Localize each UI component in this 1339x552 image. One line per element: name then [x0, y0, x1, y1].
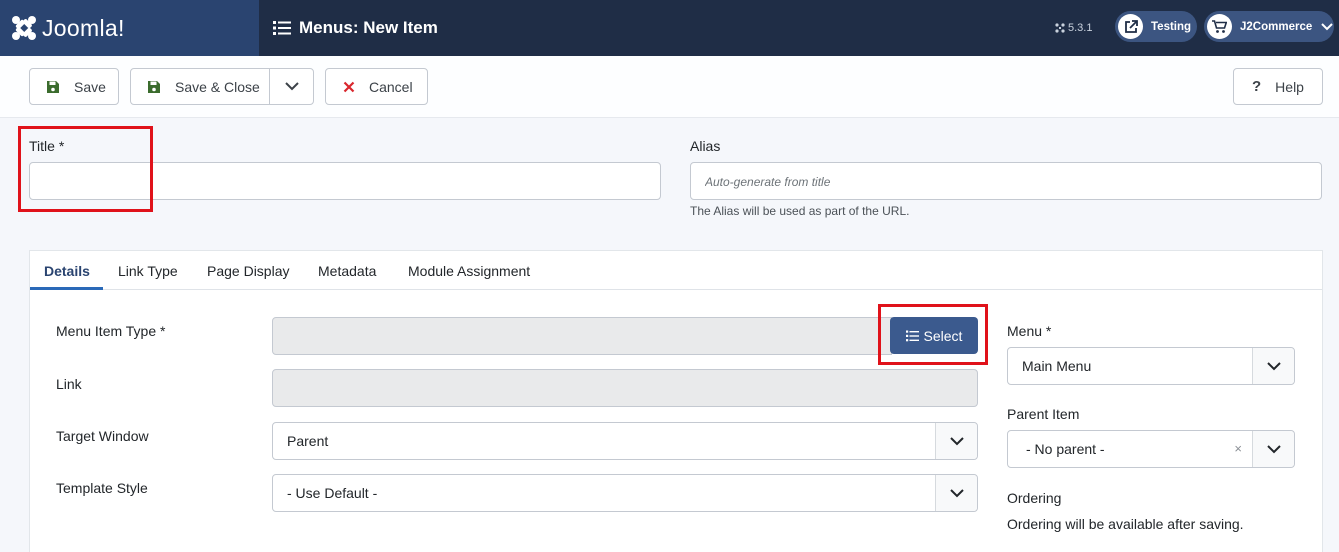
- external-link-icon: [1118, 14, 1143, 39]
- x-icon: [343, 81, 355, 93]
- title-input[interactable]: [29, 162, 661, 200]
- parent-item-label: Parent Item: [1007, 406, 1080, 422]
- version-badge: 5.3.1: [1055, 0, 1092, 56]
- cancel-label: Cancel: [369, 78, 413, 95]
- template-style-label: Template Style: [56, 480, 148, 496]
- target-window-label: Target Window: [56, 428, 149, 444]
- list-icon: [905, 330, 919, 341]
- alias-label: Alias: [690, 138, 721, 154]
- floppy-icon: [46, 80, 60, 94]
- joomla-logo-icon: [12, 16, 36, 40]
- version-text: 5.3.1: [1068, 22, 1093, 34]
- save-label: Save: [74, 78, 106, 95]
- alias-input[interactable]: [690, 162, 1322, 200]
- toolbar: Save Save & Close Cancel ? Help: [0, 56, 1339, 118]
- question-icon: ?: [1252, 78, 1262, 95]
- chevron-down-icon: [1321, 22, 1333, 30]
- save-button[interactable]: Save: [29, 68, 119, 105]
- ordering-label: Ordering: [1007, 490, 1062, 506]
- select-button[interactable]: Select: [890, 317, 978, 354]
- template-style-select[interactable]: - Use Default -: [272, 474, 978, 512]
- tab-module-assignment[interactable]: Module Assignment: [408, 251, 530, 290]
- floppy-icon: [147, 80, 161, 94]
- cart-icon: [1207, 14, 1232, 39]
- chevron-down-icon: [1252, 431, 1294, 467]
- user-menu-button[interactable]: J2Commerce: [1204, 11, 1334, 42]
- help-label: Help: [1275, 78, 1304, 95]
- menu-item-type-label: Menu Item Type *: [56, 323, 166, 339]
- menu-select[interactable]: Main Menu: [1007, 347, 1295, 385]
- site-link-label: Testing: [1151, 20, 1192, 33]
- save-close-label: Save & Close: [175, 78, 260, 95]
- save-options-dropdown[interactable]: [269, 68, 314, 105]
- page-title: Menus: New Item: [273, 0, 438, 56]
- list-icon: [273, 21, 291, 35]
- help-button[interactable]: ? Help: [1233, 68, 1323, 105]
- user-menu-label: J2Commerce: [1240, 20, 1313, 33]
- save-close-button[interactable]: Save & Close: [130, 68, 270, 105]
- menu-label: Menu *: [1007, 323, 1052, 339]
- chevron-down-icon: [935, 475, 977, 511]
- brand-logo[interactable]: Joomla!: [0, 0, 259, 56]
- ordering-text: Ordering will be available after saving.: [1007, 516, 1244, 532]
- chevron-down-icon: [1252, 348, 1294, 384]
- link-label: Link: [56, 376, 82, 392]
- tab-details[interactable]: Details: [44, 251, 90, 290]
- chevron-down-icon: [935, 423, 977, 459]
- page-title-text: Menus: New Item: [299, 18, 438, 37]
- tab-metadata[interactable]: Metadata: [318, 251, 376, 290]
- menu-value: Main Menu: [1022, 358, 1092, 374]
- template-style-value: - Use Default -: [287, 485, 378, 501]
- link-field: [272, 369, 978, 407]
- tab-page-display[interactable]: Page Display: [207, 251, 290, 290]
- title-label: Title *: [29, 138, 65, 154]
- menu-item-type-field: [272, 317, 892, 355]
- target-window-value: Parent: [287, 433, 329, 449]
- parent-item-value: - No parent -: [1026, 441, 1105, 457]
- parent-item-select[interactable]: - No parent - ×: [1007, 430, 1295, 468]
- cancel-button[interactable]: Cancel: [325, 68, 428, 105]
- clear-icon[interactable]: ×: [1234, 441, 1242, 456]
- joomla-small-icon: [1055, 23, 1065, 33]
- select-label: Select: [923, 327, 963, 344]
- alias-hint: The Alias will be used as part of the UR…: [690, 204, 910, 218]
- target-window-select[interactable]: Parent: [272, 422, 978, 460]
- tab-link-type[interactable]: Link Type: [118, 251, 178, 290]
- brand-name: Joomla!: [42, 14, 125, 41]
- active-tab-indicator: [30, 287, 103, 290]
- tab-bar: Details Link Type Page Display Metadata …: [30, 251, 1322, 290]
- app-header: Joomla! Menus: New Item 5.3.1 Testing J2…: [0, 0, 1339, 56]
- chevron-down-icon: [284, 82, 299, 91]
- site-link-button[interactable]: Testing: [1115, 11, 1197, 42]
